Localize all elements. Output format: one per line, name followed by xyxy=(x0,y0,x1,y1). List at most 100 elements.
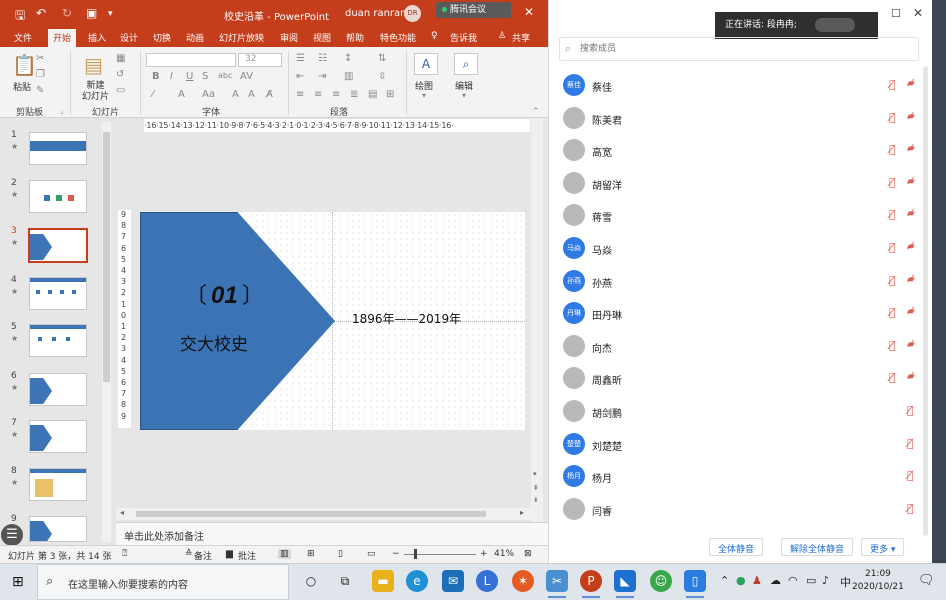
mic-muted-icon[interactable]: 🎙̸ xyxy=(889,208,896,221)
user-name[interactable]: duan ranran xyxy=(345,8,406,19)
member-row[interactable]: 孙燕 孙燕 🎙̸ ▰̸ xyxy=(549,265,933,297)
notes-button[interactable]: 备注 xyxy=(194,549,212,562)
tab-help[interactable]: 帮助 xyxy=(346,31,364,44)
draw-icon[interactable]: A xyxy=(414,53,438,75)
section-number[interactable]: 〔 01 〕 xyxy=(185,278,264,310)
camera-off-icon[interactable]: ▰̸ xyxy=(907,241,915,252)
notes-pane[interactable]: 单击此处添加备注 xyxy=(116,522,548,545)
tray-app-icon[interactable]: ● xyxy=(736,574,746,587)
increase-indent-icon[interactable]: ⇥ xyxy=(318,71,326,82)
tab-tell-me[interactable]: 告诉我 xyxy=(450,31,477,44)
mic-muted-icon[interactable]: 🎙̸ xyxy=(907,437,914,450)
tab-transitions[interactable]: 切换 xyxy=(153,31,171,44)
dialog-launcher-icon[interactable]: ⌟ xyxy=(60,107,63,115)
unmute-all-button[interactable]: 解除全体静音 xyxy=(781,538,854,556)
slide-canvas[interactable]: 〔 01 〕 交大校史 1896年——2019年 xyxy=(140,212,525,430)
camera-off-icon[interactable]: ▰̸ xyxy=(907,78,915,89)
mic-muted-icon[interactable]: 🎙̸ xyxy=(907,469,914,482)
taskbar-search[interactable]: ⌕ 在这里输入你要搜索的内容 xyxy=(37,564,289,600)
slide-thumbnail[interactable] xyxy=(29,324,87,357)
camera-off-icon[interactable]: ▰̸ xyxy=(907,143,915,154)
member-row[interactable]: 马焱 马焱 🎙̸ ▰̸ xyxy=(549,232,933,264)
member-row[interactable]: 周鑫昕 🎙̸ ▰̸ xyxy=(549,362,933,394)
user-avatar[interactable]: DR xyxy=(404,5,421,22)
distribute-icon[interactable]: ▤ xyxy=(368,89,377,100)
maximize-icon[interactable]: ☐ xyxy=(891,7,901,20)
zoom-out-icon[interactable]: − xyxy=(392,549,400,559)
normal-view-icon[interactable]: ▥ xyxy=(278,549,291,559)
font-color-icon[interactable]: A xyxy=(178,89,185,100)
underline-icon[interactable]: U xyxy=(186,71,193,82)
mic-muted-icon[interactable]: 🎙̸ xyxy=(889,78,896,91)
member-row[interactable]: 高宽 🎙̸ ▰̸ xyxy=(549,134,933,166)
mute-all-button[interactable]: 全体静音 xyxy=(709,538,764,556)
redo-icon[interactable]: ↻ xyxy=(62,6,72,20)
pentagon-shape[interactable] xyxy=(140,212,335,430)
cortana-icon[interactable]: ○ xyxy=(300,570,322,592)
tab-special-features[interactable]: 特色功能 xyxy=(380,31,416,44)
firefox-icon[interactable]: ✶ xyxy=(512,570,534,592)
notes-toggle-icon[interactable]: ☰ xyxy=(1,524,23,546)
edit-dropdown-icon[interactable]: ▾ xyxy=(462,91,466,100)
member-search[interactable]: ⌕ xyxy=(559,37,919,61)
camera-off-icon[interactable]: ▰̸ xyxy=(907,176,915,187)
mic-muted-icon[interactable]: 🎙̸ xyxy=(889,274,896,287)
collapse-ribbon-icon[interactable]: ⌃ xyxy=(532,107,540,117)
clear-format-icon[interactable]: ⁄ xyxy=(152,89,154,100)
action-center-icon[interactable]: 🗨 xyxy=(918,573,935,588)
fit-to-window-icon[interactable]: ⊠ xyxy=(524,549,532,559)
start-from-beginning-icon[interactable]: ▣ xyxy=(86,6,97,20)
member-row[interactable]: 胡剑鹏 🎙̸ xyxy=(549,395,933,427)
slide-thumbnail-selected[interactable] xyxy=(28,228,88,263)
member-row[interactable]: 蔡佳 蔡佳 🎙̸ ▰̸ xyxy=(549,69,933,101)
tab-insert[interactable]: 插入 xyxy=(88,31,106,44)
tab-view[interactable]: 视图 xyxy=(313,31,331,44)
zoom-in-icon[interactable]: + xyxy=(480,549,488,559)
member-row[interactable]: 向杰 🎙̸ ▰̸ xyxy=(549,330,933,362)
slide-thumbnail[interactable] xyxy=(29,420,87,453)
change-case-icon[interactable]: Aa xyxy=(202,89,215,100)
draw-dropdown-icon[interactable]: ▾ xyxy=(422,91,426,100)
slide-thumbnail[interactable] xyxy=(29,180,87,213)
align-text-icon[interactable]: ⇳ xyxy=(378,71,386,82)
tray-app-icon-2[interactable]: ♟ xyxy=(752,574,762,587)
slide-thumbnail[interactable] xyxy=(29,132,87,165)
decrease-indent-icon[interactable]: ⇤ xyxy=(296,71,304,82)
slide-thumbnail[interactable] xyxy=(29,516,87,542)
member-row[interactable]: 陈美君 🎙̸ ▰̸ xyxy=(549,102,933,134)
section-heading[interactable]: 交大校史 xyxy=(180,330,248,355)
tab-slideshow[interactable]: 幻灯片放映 xyxy=(219,31,264,44)
previous-slide-icon[interactable]: ⇞ xyxy=(533,484,539,492)
thumbnail-scroll-thumb[interactable] xyxy=(103,132,110,382)
columns-icon[interactable]: ▥ xyxy=(344,71,353,82)
mic-muted-icon[interactable]: 🎙̸ xyxy=(889,339,896,352)
undo-icon[interactable]: ↶ xyxy=(36,6,46,20)
mail-icon[interactable]: ✉ xyxy=(442,570,464,592)
panel-close-icon[interactable]: ✕ xyxy=(913,6,923,20)
phone-app-icon[interactable]: ▯ xyxy=(684,570,706,598)
ime-indicator[interactable]: 中 xyxy=(840,574,851,590)
tab-home[interactable]: 开始 xyxy=(48,29,77,47)
numbering-icon[interactable]: ☷ xyxy=(318,53,327,64)
new-slide-label[interactable]: 新建 幻灯片 xyxy=(82,81,109,103)
scroll-down-icon[interactable]: ▾ xyxy=(533,470,537,478)
wifi-icon[interactable]: ◠ xyxy=(788,574,798,587)
paste-label[interactable]: 粘贴 xyxy=(13,80,31,93)
member-row[interactable]: 丹琳 田丹琳 🎙̸ ▰̸ xyxy=(549,297,933,329)
reset-icon[interactable]: ↺ xyxy=(116,69,124,80)
paste-icon[interactable]: 📋 xyxy=(12,53,37,77)
more-button[interactable]: 更多 ▾ xyxy=(861,538,905,556)
camera-off-icon[interactable]: ▰̸ xyxy=(907,339,915,350)
bold-icon[interactable]: B xyxy=(152,71,160,82)
volume-icon[interactable]: ♪ xyxy=(822,574,829,587)
comments-button[interactable]: 批注 xyxy=(238,549,256,562)
char-spacing-icon[interactable]: AV xyxy=(240,71,253,82)
strikethrough-icon[interactable]: abc xyxy=(218,71,232,80)
slideshow-icon[interactable]: ▭ xyxy=(367,549,376,559)
close-icon[interactable]: ✕ xyxy=(524,5,534,19)
slide-thumbnail[interactable] xyxy=(29,277,87,310)
zoom-level[interactable]: 41% xyxy=(494,549,514,559)
file-explorer-icon[interactable]: ▬ xyxy=(372,570,394,592)
camera-off-icon[interactable]: ▰̸ xyxy=(907,111,915,122)
mic-muted-icon[interactable]: 🎙̸ xyxy=(889,111,896,124)
